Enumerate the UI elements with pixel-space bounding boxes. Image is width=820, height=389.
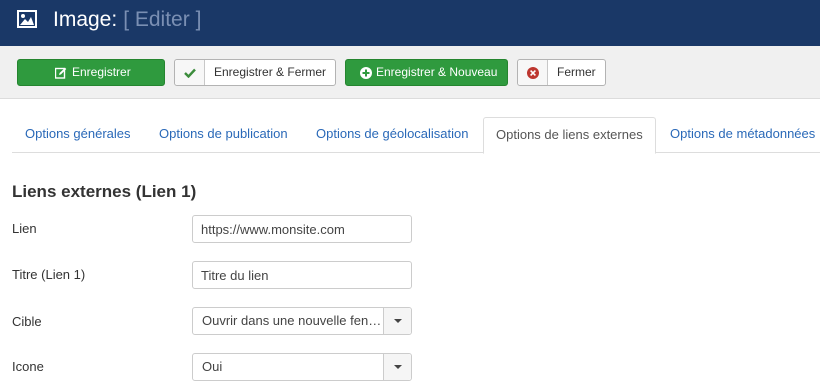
toolbar: Enregistrer Enregistrer & Fermer Enregis… (0, 46, 820, 99)
close-button-label: Fermer (557, 65, 596, 79)
target-select-value: Ouvrir dans une nouvelle fen… (202, 313, 382, 328)
save-new-button[interactable]: Enregistrer & Nouveau (345, 59, 508, 86)
plus-circle-icon (359, 60, 372, 85)
close-button[interactable]: Fermer (517, 59, 606, 86)
chevron-down-icon[interactable] (383, 354, 411, 380)
link-input[interactable] (192, 215, 412, 243)
icon-label: Icone (12, 359, 44, 374)
tab-publication-options[interactable]: Options de publication (146, 117, 304, 153)
tab-geolocation-options[interactable]: Options de géolocalisation (304, 117, 483, 153)
save-button[interactable]: Enregistrer (17, 59, 165, 86)
edit-icon (54, 60, 68, 85)
save-new-button-label: Enregistrer & Nouveau (376, 65, 498, 79)
section-title: Liens externes (Lien 1) (12, 182, 197, 201)
link-title-label: Titre (Lien 1) (12, 267, 86, 282)
page-title-mode: [ Editer ] (123, 8, 202, 31)
image-icon (17, 10, 37, 28)
header-bar: Image:[ Editer ] (0, 0, 820, 46)
chevron-down-icon[interactable] (383, 308, 411, 334)
link-label: Lien (12, 221, 37, 236)
target-label: Cible (12, 314, 42, 329)
tab-external-links-options[interactable]: Options de liens externes (483, 117, 656, 154)
icon-select-value: Oui (202, 359, 223, 374)
target-select[interactable]: Ouvrir dans une nouvelle fen… (192, 307, 412, 335)
close-circle-icon (518, 60, 548, 85)
icon-select[interactable]: Oui (192, 353, 412, 381)
page-title-text: Image: (53, 8, 118, 31)
link-title-input[interactable] (192, 261, 412, 289)
check-icon (175, 60, 205, 85)
save-close-button[interactable]: Enregistrer & Fermer (174, 59, 336, 86)
tab-general-options[interactable]: Options générales (12, 117, 146, 153)
page-title: Image:[ Editer ] (53, 7, 201, 33)
save-button-label: Enregistrer (72, 65, 131, 79)
tab-bar: Options générales Options de publication… (12, 117, 820, 154)
save-close-button-label: Enregistrer & Fermer (214, 65, 327, 79)
tab-metadata-options[interactable]: Options de métadonnées (658, 117, 820, 153)
